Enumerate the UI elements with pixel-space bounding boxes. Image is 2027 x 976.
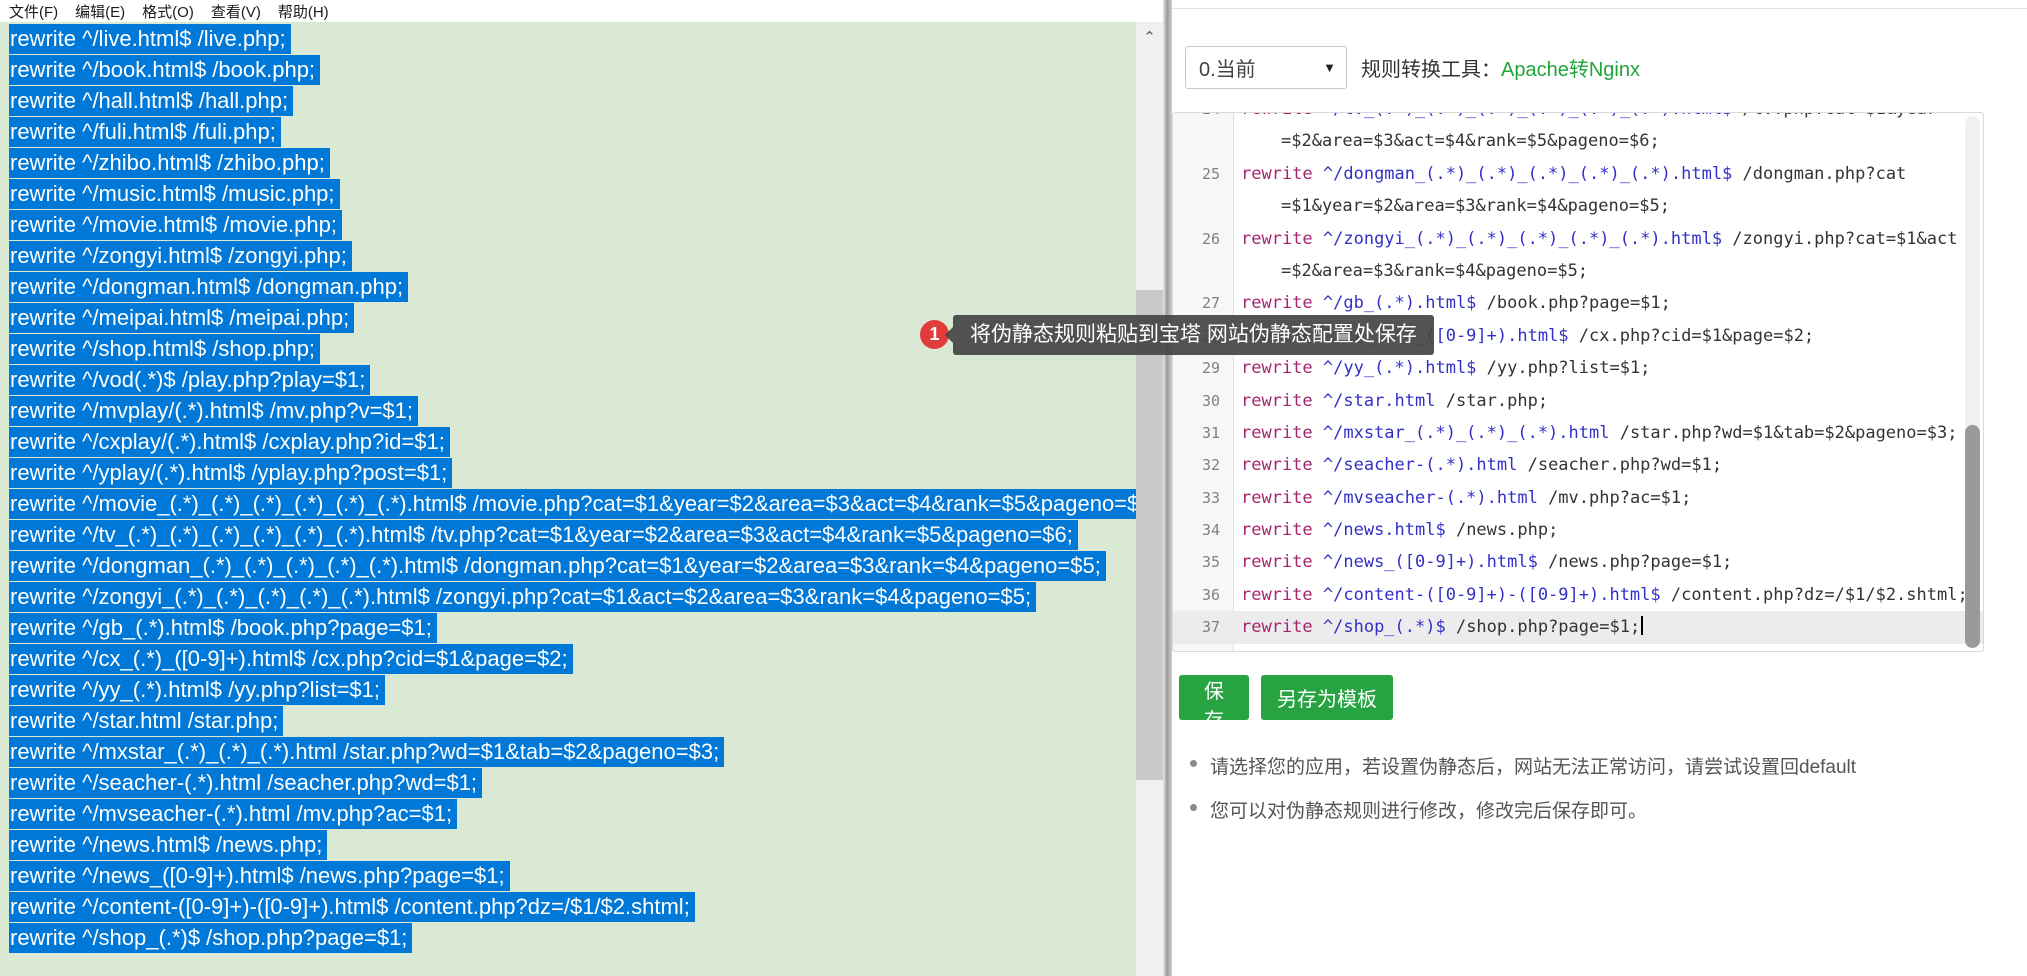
text-caret	[1641, 616, 1643, 635]
rewrite-rule-line: rewrite ^/book.html$ /book.php;	[9, 55, 1136, 86]
template-select-value: 0.当前	[1199, 53, 1323, 82]
rewrite-rule-line: rewrite ^/mvseacher-(.*).html /mv.php?ac…	[9, 799, 1136, 830]
template-select[interactable]: 0.当前 ▼	[1185, 46, 1347, 89]
rewrite-rule-line: rewrite ^/movie_(.*)_(.*)_(.*)_(.*)_(.*)…	[9, 489, 1136, 520]
rewrite-rule-line: rewrite ^/zhibo.html$ /zhibo.php;	[9, 148, 1136, 179]
save-button[interactable]: 保存	[1179, 675, 1249, 720]
menu-item-2[interactable]: 格式(O)	[142, 1, 194, 22]
rewrite-rule-line: rewrite ^/news.html$ /news.php;	[9, 830, 1136, 861]
menu-item-1[interactable]: 编辑(E)	[75, 1, 125, 22]
rewrite-rule-line: rewrite ^/cx_(.*)_([0-9]+).html$ /cx.php…	[9, 644, 1136, 675]
rewrite-rule-line: rewrite ^/vod(.*)$ /play.php?play=$1;	[9, 365, 1136, 396]
notes-list: 请选择您的应用，若设置伪静态后，网站无法正常访问，请尝试设置回default 您…	[1184, 752, 1856, 840]
pseudo-static-panel: 0.当前 ▼ 规则转换工具：Apache转Nginx 24rewrite ^/t…	[1172, 0, 2027, 976]
rewrite-rule-line: rewrite ^/cxplay/(.*).html$ /cxplay.php?…	[9, 427, 1136, 458]
code-line[interactable]: 37rewrite ^/shop_(.*)$ /shop.php?page=$1…	[1173, 611, 1983, 643]
code-line[interactable]: 31rewrite ^/mxstar_(.*)_(.*)_(.*).html /…	[1173, 417, 1983, 449]
window-divider	[1163, 0, 1172, 976]
rewrite-rule-line: rewrite ^/mxstar_(.*)_(.*)_(.*).html /st…	[9, 737, 1136, 768]
menu-item-4[interactable]: 帮助(H)	[278, 1, 329, 22]
step-tooltip: 将伪静态规则粘贴到宝塔 网站伪静态配置处保存	[953, 315, 1434, 355]
note-item: 您可以对伪静态规则进行修改，修改完后保存即可。	[1184, 796, 1856, 823]
rewrite-rule-line: rewrite ^/content-([0-9]+)-([0-9]+).html…	[9, 892, 1136, 923]
code-line[interactable]: 24rewrite ^/tv_(.*)_(.*)_(.*)_(.*)_(.*)_…	[1173, 112, 1983, 125]
rewrite-rule-line: rewrite ^/yplay/(.*).html$ /yplay.php?po…	[9, 458, 1136, 489]
notepad-scrollbar-thumb[interactable]	[1136, 290, 1163, 780]
apache-to-nginx-link[interactable]: Apache转Nginx	[1501, 59, 1640, 81]
editor-scrollbar[interactable]	[1965, 116, 1980, 648]
code-line[interactable]: 36rewrite ^/content-([0-9]+)-([0-9]+).ht…	[1173, 579, 1983, 611]
rewrite-code-editor[interactable]: 24rewrite ^/tv_(.*)_(.*)_(.*)_(.*)_(.*)_…	[1172, 112, 1984, 652]
chevron-down-icon: ▼	[1323, 60, 1336, 75]
rewrite-rule-line: rewrite ^/tv_(.*)_(.*)_(.*)_(.*)_(.*)_(.…	[9, 520, 1136, 551]
note-item: 请选择您的应用，若设置伪静态后，网站无法正常访问，请尝试设置回default	[1184, 752, 1856, 779]
rewrite-rule-line: rewrite ^/hall.html$ /hall.php;	[9, 86, 1136, 117]
converter-tool-row: 规则转换工具：Apache转Nginx	[1361, 53, 1640, 82]
code-line[interactable]: 25rewrite ^/dongman_(.*)_(.*)_(.*)_(.*)_…	[1173, 158, 1983, 190]
menu-item-0[interactable]: 文件(F)	[9, 1, 58, 22]
code-line[interactable]: 33rewrite ^/mvseacher-(.*).html /mv.php?…	[1173, 482, 1983, 514]
code-line[interactable]: =$2&area=$3&rank=$4&pageno=$5;	[1173, 255, 1983, 287]
notepad-vertical-scrollbar[interactable]: ⌃	[1136, 22, 1163, 976]
editor-scrollbar-thumb[interactable]	[1965, 425, 1980, 648]
notepad-text-area[interactable]: rewrite ^/live.html$ /live.php;rewrite ^…	[0, 22, 1136, 976]
code-rows: 24rewrite ^/tv_(.*)_(.*)_(.*)_(.*)_(.*)_…	[1173, 112, 1983, 644]
rewrite-rule-line: rewrite ^/star.html /star.php;	[9, 706, 1136, 737]
rewrite-rule-line: rewrite ^/seacher-(.*).html /seacher.php…	[9, 768, 1136, 799]
notepad-menubar: 文件(F) 编辑(E) 格式(O) 查看(V) 帮助(H)	[0, 0, 1163, 22]
code-line[interactable]: 26rewrite ^/zongyi_(.*)_(.*)_(.*)_(.*)_(…	[1173, 223, 1983, 255]
menu-item-3[interactable]: 查看(V)	[211, 1, 261, 22]
rewrite-rule-line: rewrite ^/live.html$ /live.php;	[9, 24, 1136, 55]
screen: 文件(F) 编辑(E) 格式(O) 查看(V) 帮助(H) rewrite ^/live…	[0, 0, 2027, 976]
code-line[interactable]: 35rewrite ^/news_([0-9]+).html$ /news.ph…	[1173, 546, 1983, 578]
rewrite-rule-line: rewrite ^/shop_(.*)$ /shop.php?page=$1;	[9, 923, 1136, 954]
rewrite-rule-line: rewrite ^/fuli.html$ /fuli.php;	[9, 117, 1136, 148]
code-line[interactable]: 29rewrite ^/yy_(.*).html$ /yy.php?list=$…	[1173, 352, 1983, 384]
converter-label: 规则转换工具：	[1361, 59, 1501, 81]
rewrite-rule-line: rewrite ^/dongman.html$ /dongman.php;	[9, 272, 1136, 303]
rewrite-rule-line: rewrite ^/zongyi_(.*)_(.*)_(.*)_(.*)_(.*…	[9, 582, 1136, 613]
code-line[interactable]: 34rewrite ^/news.html$ /news.php;	[1173, 514, 1983, 546]
panel-top-border	[1172, 8, 2027, 9]
rewrite-rule-line: rewrite ^/zongyi.html$ /zongyi.php;	[9, 241, 1136, 272]
scroll-up-arrow-icon[interactable]: ⌃	[1136, 26, 1163, 50]
notepad-window: 文件(F) 编辑(E) 格式(O) 查看(V) 帮助(H) rewrite ^/live…	[0, 0, 1163, 976]
rewrite-rule-line: rewrite ^/dongman_(.*)_(.*)_(.*)_(.*)_(.…	[9, 551, 1136, 582]
code-line[interactable]: 30rewrite ^/star.html /star.php;	[1173, 385, 1983, 417]
code-line[interactable]: =$1&year=$2&area=$3&rank=$4&pageno=$5;	[1173, 190, 1983, 222]
rewrite-rule-line: rewrite ^/gb_(.*).html$ /book.php?page=$…	[9, 613, 1136, 644]
code-line[interactable]: =$2&area=$3&act=$4&rank=$5&pageno=$6;	[1173, 125, 1983, 157]
save-as-template-button[interactable]: 另存为模板	[1261, 675, 1393, 720]
rewrite-rule-line: rewrite ^/yy_(.*).html$ /yy.php?list=$1;	[9, 675, 1136, 706]
code-line[interactable]: 32rewrite ^/seacher-(.*).html /seacher.p…	[1173, 449, 1983, 481]
rewrite-rule-line: rewrite ^/news_([0-9]+).html$ /news.php?…	[9, 861, 1136, 892]
rewrite-rule-line: rewrite ^/mvplay/(.*).html$ /mv.php?v=$1…	[9, 396, 1136, 427]
rewrite-rule-line: rewrite ^/music.html$ /music.php;	[9, 179, 1136, 210]
rewrite-rule-line: rewrite ^/movie.html$ /movie.php;	[9, 210, 1136, 241]
